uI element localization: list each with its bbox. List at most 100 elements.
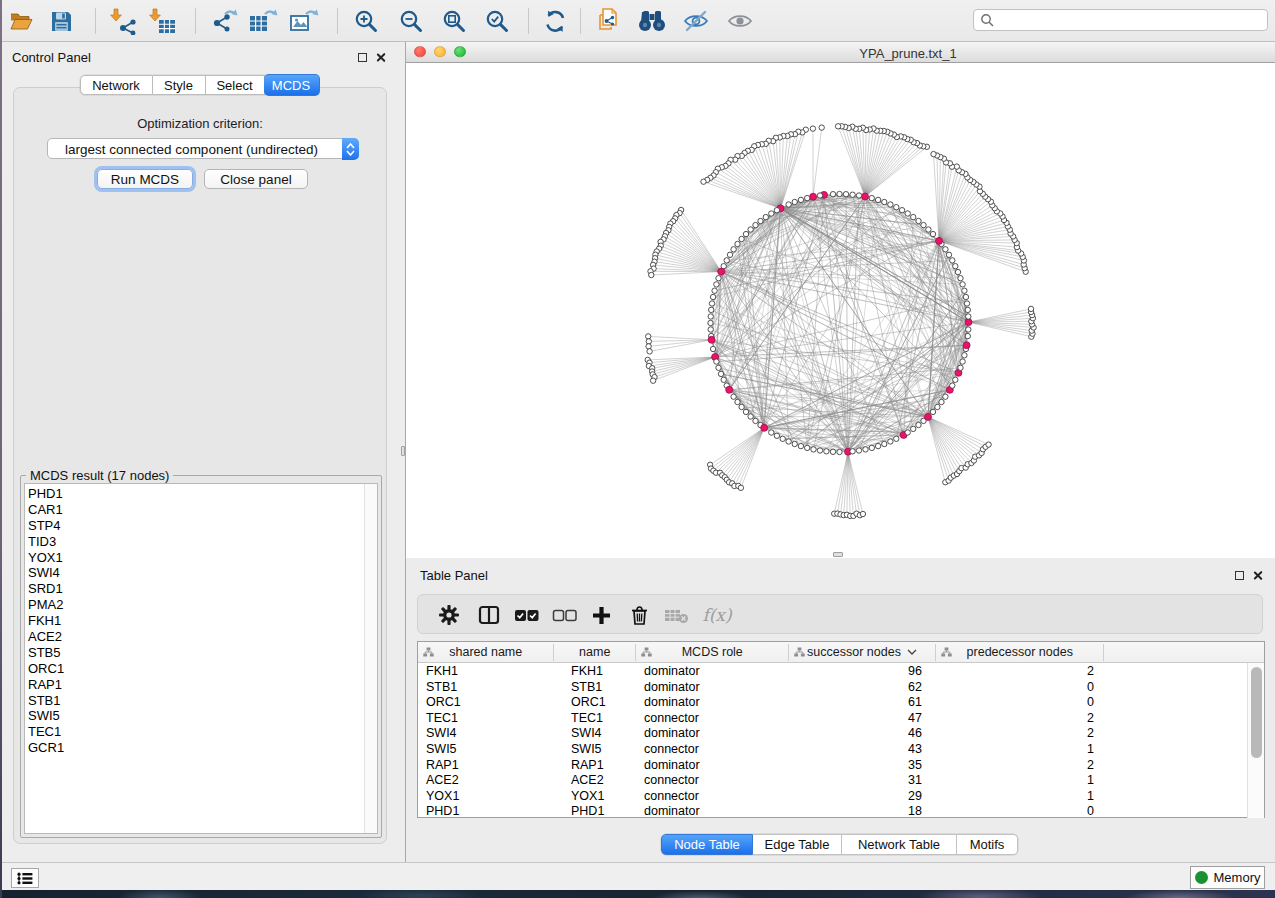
column-header-shared-name[interactable]: shared name bbox=[418, 642, 554, 662]
tab-network-table[interactable]: Network Table bbox=[842, 834, 957, 855]
search-network-button[interactable] bbox=[635, 5, 669, 37]
tab-node-table[interactable]: Node Table bbox=[661, 834, 753, 855]
mcds-result-item[interactable]: STB1 bbox=[28, 693, 64, 709]
import-table-button[interactable] bbox=[146, 5, 180, 37]
tab-select[interactable]: Select bbox=[206, 75, 265, 95]
show-panels-button[interactable] bbox=[11, 868, 39, 888]
export-table-button[interactable] bbox=[246, 5, 280, 37]
memory-button[interactable]: Memory bbox=[1190, 866, 1265, 889]
zoom-in-button[interactable] bbox=[349, 5, 383, 37]
network-canvas[interactable] bbox=[406, 63, 1275, 558]
cell-name: FKH1 bbox=[571, 664, 603, 678]
mcds-result-item[interactable]: RAP1 bbox=[28, 677, 64, 693]
window-minimize-icon[interactable] bbox=[434, 46, 446, 58]
export-network-button[interactable] bbox=[208, 5, 242, 37]
split-handle[interactable] bbox=[401, 446, 405, 456]
zoom-fit-button[interactable] bbox=[437, 5, 471, 37]
show-column-button[interactable] bbox=[473, 599, 505, 631]
column-header-name[interactable]: name bbox=[554, 642, 637, 662]
mcds-result-item[interactable]: FKH1 bbox=[28, 613, 64, 629]
mcds-result-item[interactable]: SRD1 bbox=[28, 581, 64, 597]
table-options-button[interactable] bbox=[433, 599, 465, 631]
mcds-result-list[interactable]: PHD1CAR1STP4TID3YOX1SWI4SRD1PMA2FKH1ACE2… bbox=[24, 483, 378, 834]
table-row[interactable]: TEC1TEC1connector472 bbox=[418, 710, 1247, 726]
import-network-button[interactable] bbox=[107, 5, 141, 37]
cell-successor-nodes: 46 bbox=[788, 726, 922, 740]
apply-layout-button[interactable] bbox=[538, 5, 572, 37]
mcds-list-scrollbar[interactable] bbox=[364, 484, 377, 833]
table-row[interactable]: YOX1YOX1connector291 bbox=[418, 788, 1247, 804]
mcds-result-item[interactable]: GCR1 bbox=[28, 740, 64, 756]
mcds-result-item[interactable]: STP4 bbox=[28, 518, 64, 534]
mcds-result-item[interactable]: STB5 bbox=[28, 645, 64, 661]
toolbar-separator bbox=[195, 8, 196, 34]
cell-shared-name: ORC1 bbox=[426, 695, 461, 709]
float-panel-icon[interactable] bbox=[1235, 571, 1244, 580]
search-input[interactable] bbox=[998, 11, 1262, 29]
table-row[interactable]: ACE2ACE2connector311 bbox=[418, 772, 1247, 788]
select-all-button[interactable] bbox=[510, 599, 542, 631]
network-window-titlebar[interactable]: YPA_prune.txt_1 bbox=[406, 42, 1275, 63]
tab-motifs[interactable]: Motifs bbox=[957, 834, 1018, 855]
mcds-result-item[interactable]: TEC1 bbox=[28, 724, 64, 740]
mcds-result-item[interactable]: YOX1 bbox=[28, 550, 64, 566]
search-box[interactable] bbox=[973, 9, 1268, 31]
table-row[interactable]: RAP1RAP1dominator352 bbox=[418, 757, 1247, 773]
tab-network[interactable]: Network bbox=[80, 75, 153, 95]
clone-network-button[interactable] bbox=[592, 5, 626, 37]
delete-column-button[interactable] bbox=[623, 599, 655, 631]
table-scrollbar-thumb[interactable] bbox=[1251, 667, 1262, 758]
window-zoom-icon[interactable] bbox=[454, 46, 466, 58]
column-header-MCDS-role[interactable]: MCDS role bbox=[636, 642, 789, 662]
column-type-icon bbox=[794, 647, 805, 657]
save-session-button[interactable] bbox=[44, 5, 78, 37]
mcds-result-item[interactable]: ACE2 bbox=[28, 629, 64, 645]
float-panel-icon[interactable] bbox=[358, 53, 367, 62]
refresh-icon bbox=[542, 8, 569, 35]
cell-mcds-role: dominator bbox=[644, 695, 700, 709]
window-close-icon[interactable] bbox=[414, 46, 426, 58]
table-panel-title: Table Panel bbox=[420, 568, 488, 583]
optimization-criterion-select[interactable]: largest connected component (undirected) bbox=[47, 138, 359, 159]
export-image-button[interactable] bbox=[287, 5, 321, 37]
tab-style[interactable]: Style bbox=[153, 75, 206, 95]
table-row[interactable]: PHD1PHD1dominator180 bbox=[418, 803, 1247, 818]
eye-slash-icon bbox=[682, 8, 710, 34]
status-bar: Memory bbox=[2, 862, 1275, 892]
table-row[interactable]: STB1STB1dominator620 bbox=[418, 679, 1247, 695]
show-all-button[interactable] bbox=[723, 5, 757, 37]
mcds-result-item[interactable]: PMA2 bbox=[28, 597, 64, 613]
close-panel-icon[interactable] bbox=[375, 52, 386, 63]
mcds-result-item[interactable]: SWI4 bbox=[28, 565, 64, 581]
tab-edge-table[interactable]: Edge Table bbox=[753, 834, 842, 855]
mcds-panel: Optimization criterion: largest connecte… bbox=[13, 87, 387, 844]
horizontal-split-handle[interactable] bbox=[833, 552, 843, 557]
create-column-button[interactable] bbox=[585, 599, 617, 631]
close-panel-button[interactable]: Close panel bbox=[204, 169, 308, 189]
zoom-selected-button[interactable] bbox=[480, 5, 514, 37]
mcds-result-item[interactable]: ORC1 bbox=[28, 661, 64, 677]
tab-mcds[interactable]: MCDS bbox=[264, 74, 320, 96]
sort-chevron-icon bbox=[907, 649, 917, 655]
table-row[interactable]: FKH1FKH1dominator962 bbox=[418, 663, 1247, 679]
network-graph[interactable] bbox=[406, 63, 1275, 558]
table-row[interactable]: SWI4SWI4dominator462 bbox=[418, 725, 1247, 741]
zoom-out-button[interactable] bbox=[394, 5, 428, 37]
mcds-result-item[interactable]: CAR1 bbox=[28, 502, 64, 518]
mcds-result-item[interactable]: SWI5 bbox=[28, 708, 64, 724]
deselect-all-button[interactable] bbox=[548, 599, 580, 631]
column-header-predecessor-nodes[interactable]: predecessor nodes bbox=[936, 642, 1105, 662]
mcds-result-item[interactable]: TID3 bbox=[28, 534, 64, 550]
columns-icon bbox=[478, 605, 500, 625]
column-header-successor-nodes[interactable]: successor nodes bbox=[789, 642, 936, 662]
close-panel-icon[interactable] bbox=[1252, 570, 1263, 581]
mcds-result-item[interactable]: PHD1 bbox=[28, 486, 64, 502]
gear-icon bbox=[438, 604, 460, 626]
run-mcds-button[interactable]: Run MCDS bbox=[97, 169, 193, 189]
table-row[interactable]: ORC1ORC1dominator610 bbox=[418, 694, 1247, 710]
hide-selected-button[interactable] bbox=[679, 5, 713, 37]
list-icon bbox=[17, 872, 33, 885]
open-session-button[interactable] bbox=[4, 5, 38, 37]
table-scrollbar[interactable] bbox=[1247, 663, 1264, 818]
table-row[interactable]: SWI5SWI5connector431 bbox=[418, 741, 1247, 757]
